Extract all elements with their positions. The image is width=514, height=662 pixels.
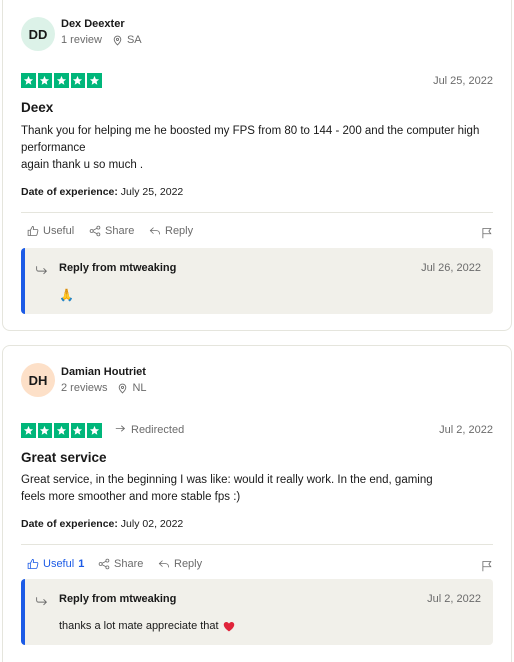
review-body-line: feels more smoother and more stable fps … [21,491,241,503]
location-pin-icon [112,35,123,46]
share-button[interactable]: Share [89,225,134,237]
date-of-experience: Date of experience: July 25, 2022 [21,186,183,198]
review-body-line: Thank you for helping me he boosted my F… [21,125,480,154]
company-reply: Reply from mtweaking Jul 26, 2022 🙏 [21,248,493,314]
review-count: 2 reviews [61,382,108,394]
experience-label: Date of experience: [21,186,118,198]
share-label: Share [114,558,144,570]
redirected-badge[interactable]: Redirected [115,424,184,436]
reviewer-name[interactable]: Dex Deexter [61,18,125,30]
review-date: Jul 25, 2022 [433,75,493,87]
reply-arrow-icon [35,262,48,280]
useful-label: Useful [43,225,75,237]
star-icon [70,423,85,438]
experience-date: July 25, 2022 [120,186,184,198]
avatar[interactable]: DH [21,363,55,397]
star-rating [21,73,102,88]
reply-icon [149,227,160,235]
experience-date: July 02, 2022 [120,518,184,530]
reply-label: Reply [174,558,203,570]
star-icon [54,73,69,88]
experience-label: Date of experience: [21,518,118,530]
date-of-experience: Date of experience: July 02, 2022 [21,518,183,530]
thumbs-up-icon [27,558,39,569]
redirected-label: Redirected [131,424,185,436]
useful-count: 1 [78,558,85,570]
heart-icon [223,621,235,632]
reply-text: thanks a lot mate appreciate that [59,620,235,632]
star-rating [21,423,102,438]
share-icon [89,225,101,237]
praying-hands-emoji: 🙏 [59,288,74,302]
divider [21,212,493,213]
flag-icon[interactable] [481,226,493,244]
reply-from: Reply from mtweaking [59,262,177,274]
reply-button[interactable]: Reply [149,225,193,237]
star-icon [21,73,36,88]
location-pin-icon [117,383,128,394]
useful-button[interactable]: Useful 1 [27,558,84,570]
flag-icon[interactable] [481,559,493,577]
reply-from: Reply from mtweaking [59,593,177,605]
review-body-line: again thank u so much . [21,159,144,171]
star-icon [87,73,102,88]
reply-icon [158,560,169,568]
reply-message: thanks a lot mate appreciate that [59,620,219,632]
country-code: NL [132,382,147,394]
redirect-arrow-icon [115,424,126,436]
review-card: DD Dex Deexter 1 review SA Jul 25, 2022 … [2,0,512,331]
review-title[interactable]: Great service [21,450,107,465]
country-code: SA [126,34,142,46]
share-icon [98,558,110,570]
star-icon [87,423,102,438]
star-icon [37,423,52,438]
avatar[interactable]: DD [21,17,55,51]
star-icon [54,423,69,438]
reply-text: 🙏 [59,288,74,302]
reviewer-name[interactable]: Damian Houtriet [61,366,146,378]
company-reply: Reply from mtweaking Jul 2, 2022 thanks … [21,579,493,645]
review-body-line: Great service, in the beginning I was li… [21,474,433,486]
star-icon [37,73,52,88]
reply-date: Jul 26, 2022 [421,262,481,274]
useful-label: Useful [43,558,75,570]
review-title[interactable]: Deex [21,100,53,115]
reply-label: Reply [165,225,194,237]
divider [21,544,493,545]
review-card: DH Damian Houtriet 2 reviews NL Redirect… [2,345,512,662]
star-icon [70,73,85,88]
review-body: Great service, in the beginning I was li… [21,472,501,506]
review-date: Jul 2, 2022 [439,424,493,436]
reply-button[interactable]: Reply [158,558,202,570]
reviewer-meta: 1 review SA [61,34,142,46]
share-button[interactable]: Share [98,558,143,570]
reviewer-meta: 2 reviews NL [61,382,147,394]
star-icon [21,423,36,438]
reply-arrow-icon [35,593,48,611]
thumbs-up-icon [27,225,39,236]
review-body: Thank you for helping me he boosted my F… [21,123,501,174]
reply-date: Jul 2, 2022 [427,593,481,605]
share-label: Share [105,225,135,237]
review-count: 1 review [61,34,102,46]
useful-button[interactable]: Useful [27,225,74,237]
